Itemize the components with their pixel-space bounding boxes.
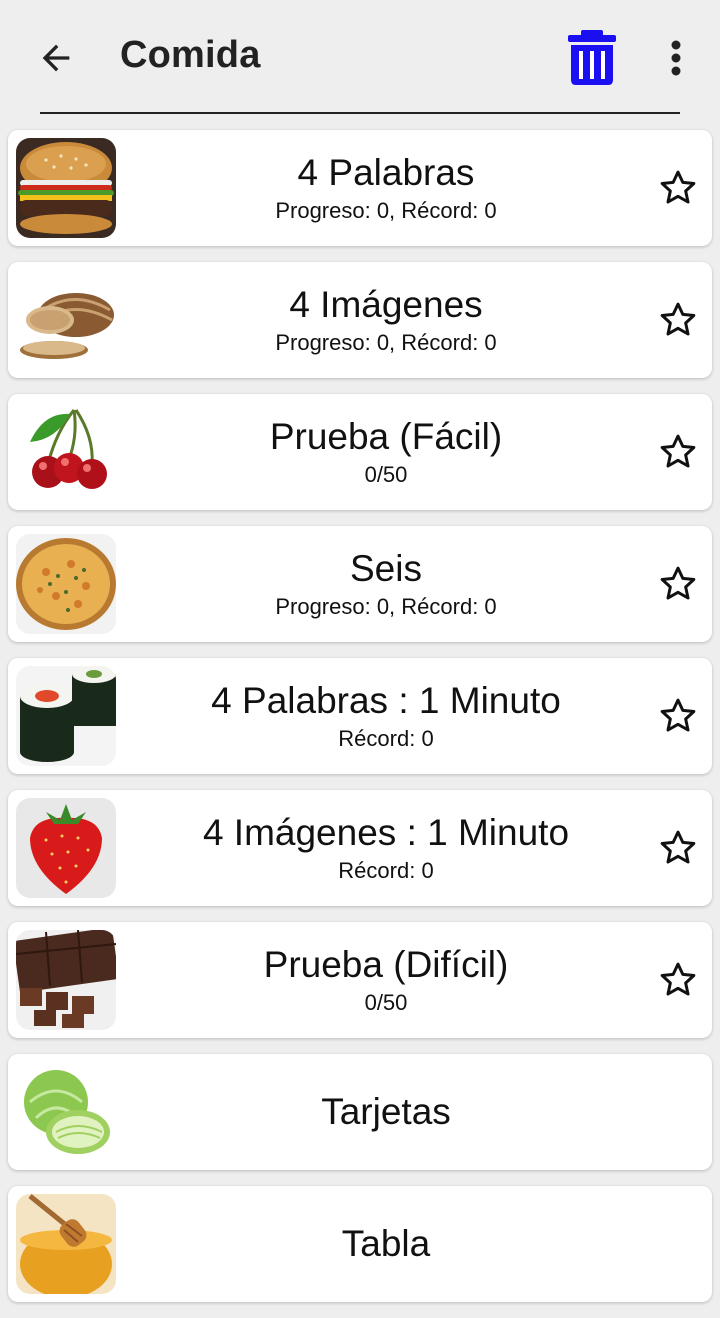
list-item-seis[interactable]: Seis Progreso: 0, Récord: 0: [8, 526, 712, 642]
more-vert-icon: [671, 40, 681, 76]
trash-icon: [568, 30, 616, 85]
item-text: 4 Palabras : 1 Minuto Récord: 0: [128, 658, 644, 774]
item-title: Prueba (Difícil): [263, 944, 509, 985]
favorite-toggle[interactable]: [656, 562, 700, 606]
item-title: Prueba (Fácil): [269, 416, 503, 457]
list-item-4-imagenes[interactable]: 4 Imágenes Progreso: 0, Récord: 0: [8, 262, 712, 378]
item-subtitle: Progreso: 0, Récord: 0: [275, 594, 497, 619]
chocolate-image: [16, 930, 116, 1030]
mode-list: 4 Palabras Progreso: 0, Récord: 0 4 Imág…: [8, 130, 712, 1318]
star-outline-icon: [660, 302, 696, 336]
star-outline-icon: [660, 830, 696, 864]
list-item-4-palabras-1-minuto[interactable]: 4 Palabras : 1 Minuto Récord: 0: [8, 658, 712, 774]
cherries-image: [16, 402, 116, 502]
item-title: 4 Imágenes: [289, 284, 483, 325]
item-title: Tabla: [341, 1223, 431, 1264]
item-text: Seis Progreso: 0, Récord: 0: [128, 526, 644, 642]
item-text: 4 Imágenes Progreso: 0, Récord: 0: [128, 262, 644, 378]
list-item-tabla[interactable]: Tabla: [8, 1186, 712, 1302]
item-title: 4 Palabras: [297, 152, 475, 193]
item-subtitle: Récord: 0: [338, 726, 434, 751]
item-title: 4 Imágenes : 1 Minuto: [202, 812, 570, 853]
app-bar: Comida: [0, 0, 720, 116]
strawberry-image: [16, 798, 116, 898]
item-text: Tabla: [128, 1186, 644, 1302]
page-title: Comida: [120, 34, 261, 76]
item-subtitle: 0/50: [364, 990, 408, 1015]
favorite-toggle[interactable]: [656, 298, 700, 342]
list-item-prueba-facil[interactable]: Prueba (Fácil) 0/50: [8, 394, 712, 510]
favorite-toggle[interactable]: [656, 166, 700, 210]
honey-image: [16, 1194, 116, 1294]
item-title: Tarjetas: [321, 1091, 451, 1132]
star-outline-icon: [660, 698, 696, 732]
item-title: Seis: [350, 548, 422, 589]
favorite-toggle[interactable]: [656, 694, 700, 738]
more-options-button[interactable]: [652, 28, 700, 88]
list-item-tarjetas[interactable]: Tarjetas: [8, 1054, 712, 1170]
header-divider: [40, 112, 680, 114]
pizza-image: [16, 534, 116, 634]
item-subtitle: Récord: 0: [338, 858, 434, 883]
item-subtitle: 0/50: [364, 462, 408, 487]
favorite-toggle[interactable]: [656, 826, 700, 870]
back-button[interactable]: [26, 28, 86, 88]
arrow-back-icon: [42, 44, 70, 72]
star-outline-icon: [660, 434, 696, 468]
item-title: 4 Palabras : 1 Minuto: [211, 680, 561, 721]
favorite-toggle[interactable]: [656, 958, 700, 1002]
cabbage-image: [16, 1062, 116, 1162]
item-text: 4 Imágenes : 1 Minuto Récord: 0: [128, 790, 644, 906]
favorite-toggle[interactable]: [656, 430, 700, 474]
item-text: Prueba (Difícil) 0/50: [128, 922, 644, 1038]
burger-image: [16, 138, 116, 238]
bread-image: [16, 270, 116, 370]
item-text: Prueba (Fácil) 0/50: [128, 394, 644, 510]
item-subtitle: Progreso: 0, Récord: 0: [275, 198, 497, 223]
item-text: 4 Palabras Progreso: 0, Récord: 0: [128, 130, 644, 246]
star-outline-icon: [660, 566, 696, 600]
sushi-image: [16, 666, 116, 766]
list-item-4-palabras[interactable]: 4 Palabras Progreso: 0, Récord: 0: [8, 130, 712, 246]
star-outline-icon: [660, 170, 696, 204]
item-subtitle: Progreso: 0, Récord: 0: [275, 330, 497, 355]
star-outline-icon: [660, 962, 696, 996]
list-item-prueba-dificil[interactable]: Prueba (Difícil) 0/50: [8, 922, 712, 1038]
list-item-4-imagenes-1-minuto[interactable]: 4 Imágenes : 1 Minuto Récord: 0: [8, 790, 712, 906]
item-text: Tarjetas: [128, 1054, 644, 1170]
delete-button[interactable]: [560, 22, 624, 92]
